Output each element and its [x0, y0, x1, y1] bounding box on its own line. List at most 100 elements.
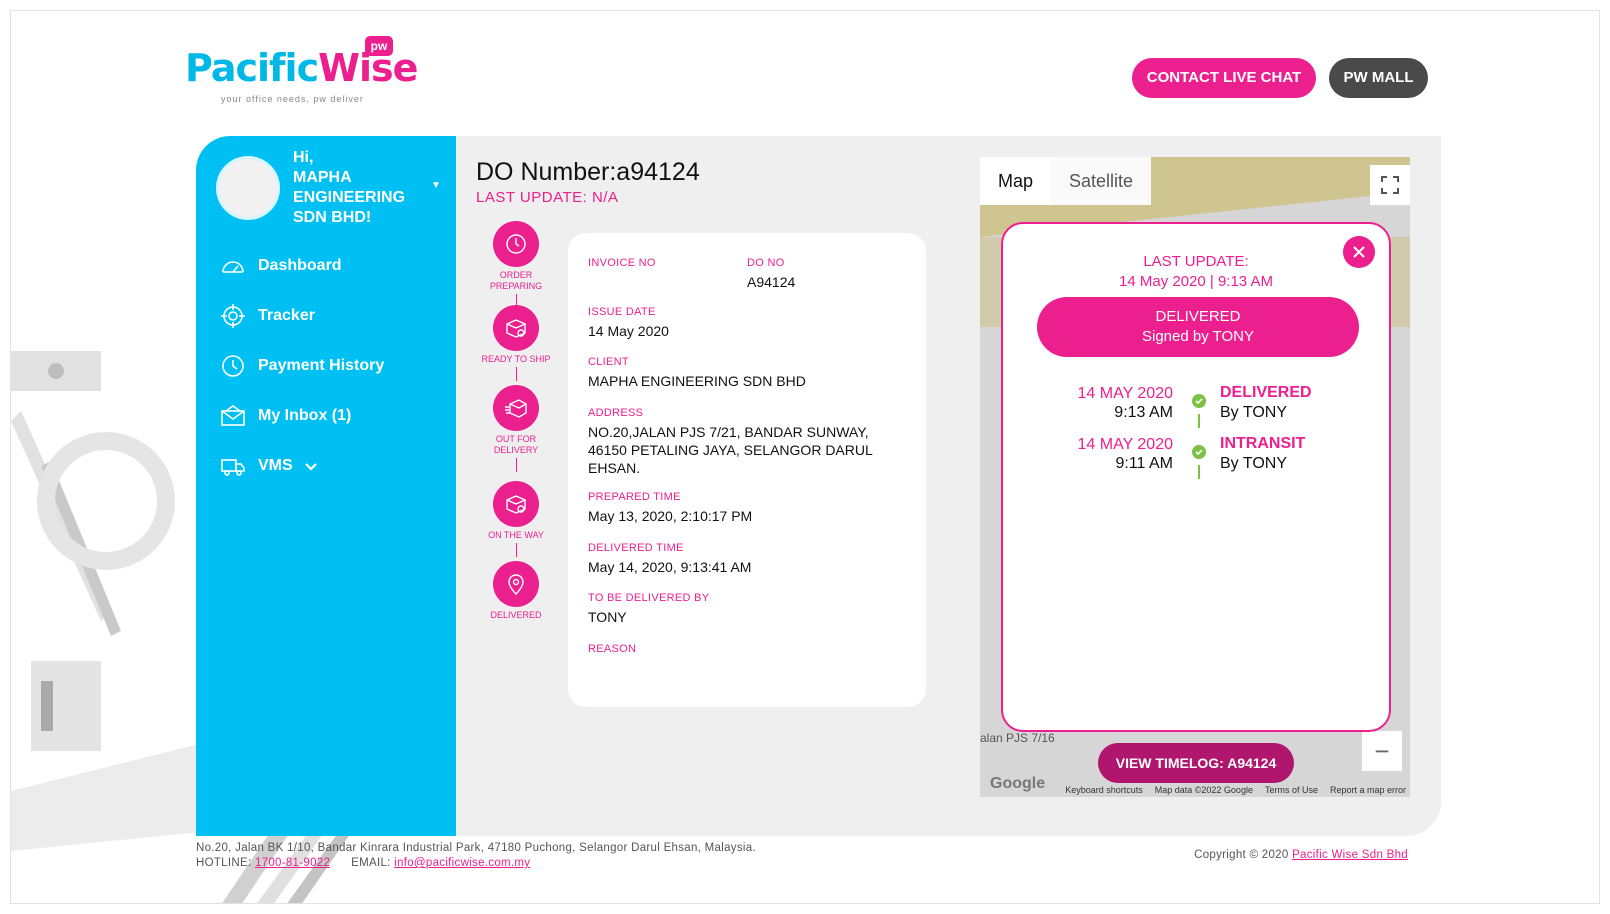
- step-label: DELIVERED: [490, 610, 542, 620]
- invoice-label: INVOICE NO: [588, 257, 656, 269]
- view-timelog-button[interactable]: VIEW TIMELOG: A94124: [1098, 743, 1294, 783]
- reason-field: REASON: [588, 643, 636, 659]
- chevron-down-icon: [304, 463, 317, 471]
- delivered-by-label: TO BE DELIVERED BY: [588, 592, 710, 604]
- hotline-link[interactable]: 1700-81-9022: [255, 857, 330, 869]
- crosshair-icon: [221, 304, 245, 328]
- terms-link[interactable]: Terms of Use: [1265, 785, 1318, 795]
- user-dropdown-caret-icon[interactable]: ▼: [431, 180, 441, 191]
- client-label: CLIENT: [588, 356, 629, 368]
- sidebar-item-payment-history[interactable]: Payment History: [220, 341, 440, 391]
- contact-live-chat-button[interactable]: CONTACT LIVE CHAT: [1132, 58, 1316, 98]
- sidebar-item-label: Payment History: [258, 357, 385, 374]
- timeline-connector: [1198, 414, 1200, 428]
- prepared-time-field: PREPARED TIME May 13, 2020, 2:10:17 PM: [588, 491, 752, 525]
- email-link[interactable]: info@pacificwise.com.my: [394, 857, 530, 869]
- footer-copyright: Copyright © 2020 Pacific Wise Sdn Bhd: [1194, 849, 1408, 861]
- timelog-popup: LAST UPDATE: 14 May 2020 | 9:13 AM DELIV…: [1001, 222, 1391, 732]
- footer-contacts: HOTLINE: 1700-81-9022 EMAIL: info@pacifi…: [196, 856, 756, 871]
- step-connector: [515, 543, 517, 557]
- check-icon: [1192, 394, 1206, 408]
- client-field: CLIENT MAPHA ENGINEERING SDN BHD: [588, 356, 806, 390]
- timeline-date: 14 MAY 2020: [1077, 436, 1173, 453]
- delivered-by-field: TO BE DELIVERED BY TONY: [588, 592, 709, 626]
- delivered-time-field: DELIVERED TIME May 14, 2020, 9:13:41 AM: [588, 542, 751, 576]
- avatar[interactable]: [216, 156, 280, 220]
- copyright-text: Copyright © 2020: [1194, 849, 1289, 861]
- step-circle: [493, 561, 539, 607]
- step-circle: [493, 385, 539, 431]
- map-tab-map[interactable]: Map: [980, 157, 1052, 205]
- delivery-details-card: INVOICE NO DO NO A94124 ISSUE DATE 14 Ma…: [568, 233, 926, 707]
- sidebar: Hi, MAPHA ENGINEERING SDN BHD! ▼ Dashboa…: [196, 136, 456, 836]
- prepared-time-value: May 13, 2020, 2:10:17 PM: [588, 508, 753, 524]
- pw-mall-button[interactable]: PW MALL: [1329, 58, 1428, 98]
- envelope-icon: [221, 405, 245, 426]
- sidebar-nav: Dashboard Tracker Payment History My Inb…: [220, 241, 440, 491]
- delivered-time-label: DELIVERED TIME: [588, 542, 684, 554]
- box-moving-icon: [505, 399, 527, 418]
- do-no-field: DO NO A94124: [747, 257, 795, 291]
- step-on-the-way: ON THE WAY: [476, 481, 556, 561]
- timeline-status: INTRANSIT: [1220, 435, 1306, 452]
- delivered-time-value: May 14, 2020, 9:13:41 AM: [588, 559, 752, 575]
- clock-icon: [506, 234, 526, 254]
- keyboard-shortcuts-link[interactable]: Keyboard shortcuts: [1065, 785, 1143, 795]
- step-ready-to-ship: READY TO SHIP: [476, 305, 556, 385]
- delivery-status-badge: DELIVERED Signed by TONY: [1037, 297, 1359, 357]
- logo-badge: pw: [365, 36, 393, 56]
- box-check-icon: [506, 495, 526, 514]
- invoice-field: INVOICE NO: [588, 257, 656, 273]
- timeline-time: 9:11 AM: [1115, 455, 1173, 472]
- address-field: ADDRESS NO.20,JALAN PJS 7/21, BANDAR SUN…: [588, 407, 908, 477]
- zoom-out-button[interactable]: −: [1362, 731, 1402, 771]
- email-label: EMAIL:: [351, 857, 391, 869]
- step-connector: [515, 367, 517, 381]
- sidebar-item-label: VMS: [258, 457, 293, 474]
- pacificwise-logo[interactable]: PacificWise pw your office needs, pw del…: [185, 36, 435, 106]
- issue-date-value: 14 May 2020: [588, 323, 669, 339]
- step-label: ORDER PREPARING: [489, 270, 543, 291]
- sidebar-item-my-inbox[interactable]: My Inbox (1): [220, 391, 440, 441]
- company-link[interactable]: Pacific Wise Sdn Bhd: [1292, 849, 1408, 861]
- map-view[interactable]: Map Satellite alan PJS 7/16 − Google Key…: [980, 157, 1410, 797]
- step-label: READY TO SHIP: [481, 354, 551, 364]
- delivered-by-value: TONY: [588, 609, 627, 625]
- footer-contact: No.20, Jalan BK 1/10, Bandar Kinrara Ind…: [196, 841, 756, 871]
- user-greeting[interactable]: Hi, MAPHA ENGINEERING SDN BHD!: [293, 148, 433, 228]
- map-tab-satellite[interactable]: Satellite: [1051, 157, 1152, 205]
- sidebar-item-tracker[interactable]: Tracker: [220, 291, 440, 341]
- step-order-preparing: ORDER PREPARING: [476, 221, 556, 308]
- popup-last-update: LAST UPDATE: 14 May 2020 | 9:13 AM: [1003, 252, 1389, 292]
- stationery-illustration: [11, 351, 211, 851]
- map-street-label: alan PJS 7/16: [980, 731, 1055, 745]
- sidebar-item-label: Dashboard: [258, 257, 342, 274]
- gauge-icon: [222, 261, 244, 273]
- address-value: NO.20,JALAN PJS 7/21, BANDAR SUNWAY, 461…: [588, 424, 873, 476]
- sidebar-item-label: Tracker: [258, 307, 315, 324]
- box-check-icon: [506, 319, 526, 338]
- fullscreen-button[interactable]: [1370, 165, 1410, 205]
- prepared-time-label: PREPARED TIME: [588, 491, 681, 503]
- map-data-text: Map data ©2022 Google: [1154, 785, 1253, 795]
- timeline-by: By TONY: [1220, 404, 1287, 421]
- truck-icon: [221, 459, 245, 476]
- check-icon: [1192, 445, 1206, 459]
- step-circle: [493, 221, 539, 267]
- sidebar-item-label: My Inbox (1): [258, 407, 352, 424]
- do-last-update: LAST UPDATE: N/A: [476, 189, 619, 206]
- popup-last-update-value: 14 May 2020 | 9:13 AM: [1119, 273, 1273, 290]
- main-panel: Hi, MAPHA ENGINEERING SDN BHD! ▼ Dashboa…: [196, 136, 1441, 836]
- fullscreen-icon: [1381, 176, 1399, 194]
- timeline-time: 9:13 AM: [1114, 404, 1173, 421]
- do-number-title: DO Number:a94124: [476, 158, 700, 186]
- footer-address: No.20, Jalan BK 1/10, Bandar Kinrara Ind…: [196, 842, 756, 854]
- delivery-steps: ORDER PREPARING READY TO SHIP OUT FOR DE…: [476, 221, 556, 645]
- timeline-date: 14 MAY 2020: [1077, 385, 1173, 402]
- report-map-error-link[interactable]: Report a map error: [1330, 785, 1406, 795]
- browser-frame: PacificWise pw your office needs, pw del…: [10, 10, 1600, 904]
- step-circle: [493, 481, 539, 527]
- status-main: DELIVERED: [1155, 308, 1241, 325]
- sidebar-item-dashboard[interactable]: Dashboard: [220, 241, 440, 291]
- sidebar-item-vms[interactable]: VMS: [220, 441, 440, 491]
